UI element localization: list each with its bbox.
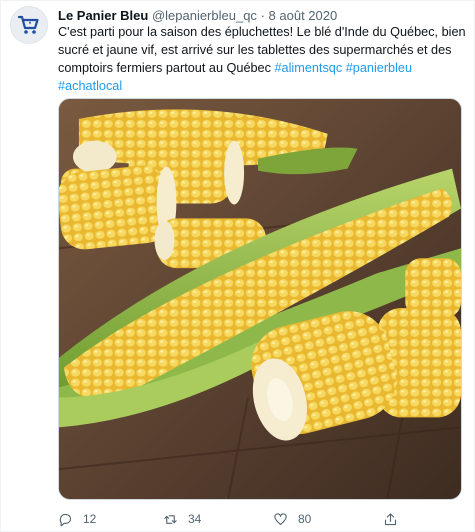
reply-icon [59,513,72,526]
author-handle[interactable]: @lepanierbleu_qc [152,8,257,23]
shopping-cart-icon [17,15,39,34]
reply-button[interactable]: 12 [58,509,96,529]
tweet-actions: 12 34 80 [58,509,408,529]
tweet-card[interactable]: Le Panier Bleu @lepanierbleu_qc · 8 août… [0,0,475,532]
like-button[interactable]: 80 [273,509,311,529]
hashtag-alimentsqc[interactable]: #alimentsqc [275,61,343,75]
hashtag-panierbleu[interactable]: #panierbleu [346,61,412,75]
tweet-date[interactable]: 8 août 2020 [269,8,338,23]
tweet-media-photo[interactable] [58,98,462,500]
avatar[interactable] [10,6,48,44]
retweet-icon [164,514,177,524]
retweet-count: 34 [188,512,202,526]
share-button[interactable] [383,509,398,529]
reply-count: 12 [83,512,97,526]
hashtag-achatlocal[interactable]: #achatlocal [58,79,122,93]
tweet-text: C'est parti pour la saison des épluchett… [58,23,466,95]
like-icon [274,512,287,525]
share-icon [384,512,397,525]
corn-photo [59,99,461,499]
retweet-button[interactable]: 34 [163,509,201,529]
separator-dot: · [260,8,265,23]
like-count: 80 [298,512,312,526]
author-name[interactable]: Le Panier Bleu [58,8,148,23]
